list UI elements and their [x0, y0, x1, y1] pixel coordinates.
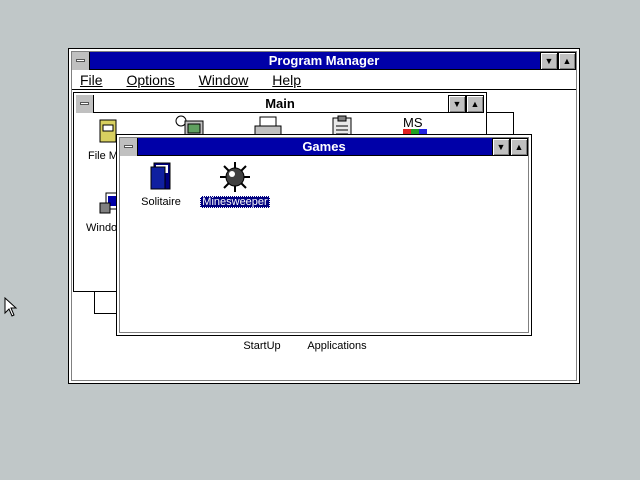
main-title: Main	[265, 96, 295, 111]
main-system-menu-button[interactable]	[76, 95, 94, 113]
main-minimize-button[interactable]: ▼	[448, 95, 466, 113]
games-maximize-button[interactable]: ▲	[510, 138, 528, 156]
games-system-menu-button[interactable]	[120, 138, 138, 156]
startup-label: StartUp	[243, 340, 281, 352]
svg-text:MS: MS	[403, 115, 423, 130]
system-menu-button[interactable]	[72, 52, 90, 70]
games-group-window: Games ▼ ▲ Solitaire Minesweeper	[116, 134, 532, 336]
maximize-button[interactable]: ▲	[558, 52, 576, 70]
solitaire-item[interactable]: Solitaire	[133, 161, 189, 208]
mouse-cursor-icon	[4, 297, 18, 317]
minesweeper-item[interactable]: Minesweeper	[199, 161, 271, 208]
minesweeper-icon	[220, 162, 250, 192]
applications-label: Applications	[307, 340, 367, 352]
games-title: Games	[302, 139, 346, 154]
main-titlebar[interactable]: Main ▼ ▲	[76, 95, 484, 113]
menu-help[interactable]: Help	[272, 72, 301, 88]
games-minimize-button[interactable]: ▼	[492, 138, 510, 156]
main-maximize-button[interactable]: ▲	[466, 95, 484, 113]
solitaire-icon	[150, 162, 171, 190]
window-title: Program Manager	[268, 53, 380, 68]
menu-bar: File Options Window Help	[72, 70, 576, 90]
program-manager-titlebar[interactable]: Program Manager ▼ ▲	[72, 52, 576, 70]
solitaire-label: Solitaire	[141, 196, 181, 208]
menu-options[interactable]: Options	[126, 72, 174, 88]
minimize-button[interactable]: ▼	[540, 52, 558, 70]
games-titlebar[interactable]: Games ▼ ▲	[120, 138, 528, 156]
menu-window[interactable]: Window	[199, 72, 249, 88]
minesweeper-label: Minesweeper	[200, 196, 270, 208]
menu-file[interactable]: File	[80, 72, 103, 88]
